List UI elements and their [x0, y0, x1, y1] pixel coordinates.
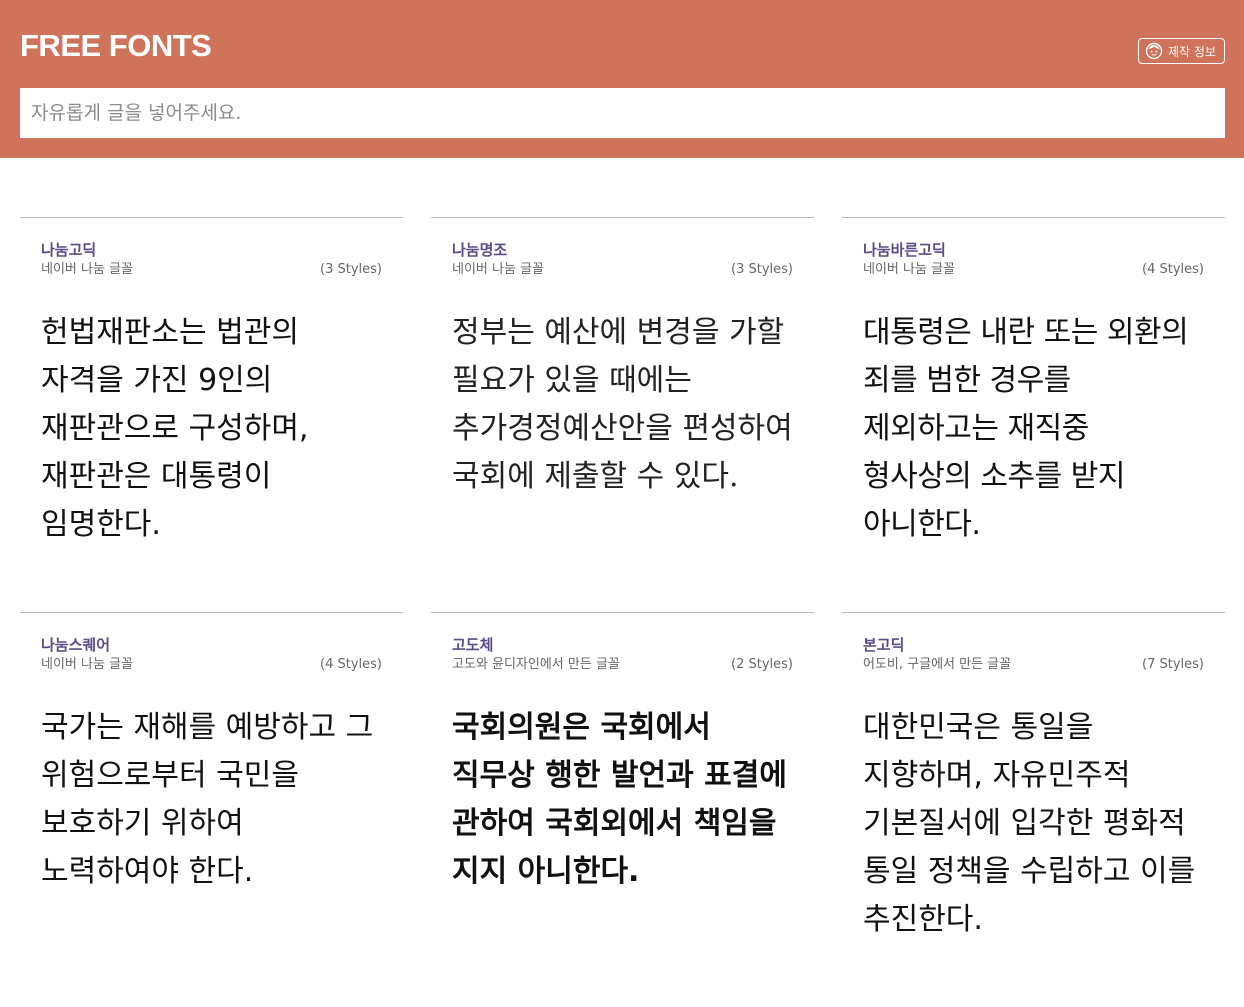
font-meta: 네이버 나눔 글꼴 (3 Styles): [452, 261, 793, 279]
font-source: 네이버 나눔 글꼴: [41, 657, 133, 672]
font-sample-text: 국회의원은 국회에서 직무상 행한 발언과 표결에 관하여 국회외에서 책임을 …: [452, 710, 787, 889]
font-styles-count: (4 Styles): [320, 657, 382, 672]
font-styles-count: (4 Styles): [1142, 262, 1204, 277]
font-meta: 네이버 나눔 글꼴 (4 Styles): [41, 656, 382, 674]
font-source: 네이버 나눔 글꼴: [863, 262, 955, 277]
logo[interactable]: FREE FONTS: [20, 28, 212, 64]
font-sample-text: 대통령은 내란 또는 외환의 죄를 범한 경우를 제외하고는 재직중 형사상의 …: [863, 315, 1189, 542]
font-meta: 네이버 나눔 글꼴 (3 Styles): [41, 261, 382, 279]
font-sample-text: 헌법재판소는 법관의 자격을 가진 9인의 재판관으로 구성하며, 재판관은 대…: [41, 315, 309, 542]
font-styles-count: (7 Styles): [1142, 657, 1204, 672]
font-meta: 네이버 나눔 글꼴 (4 Styles): [863, 261, 1204, 279]
font-name: 나눔스퀘어: [41, 636, 111, 654]
font-card-bon-gothic[interactable]: 본고딕 어도비, 구글에서 만든 글꼴 (7 Styles) 대한민국은 통일을…: [842, 612, 1225, 1007]
font-sample-text: 정부는 예산에 변경을 가할 필요가 있을 때에는 추가경정예산안을 편성하여 …: [452, 315, 793, 494]
credits-button[interactable]: 제작 정보: [1138, 38, 1225, 64]
credits-label: 제작 정보: [1168, 44, 1216, 59]
font-sample-text: 대한민국은 통일을 지향하며, 자유민주적 기본질서에 입각한 평화적 통일 정…: [863, 710, 1196, 937]
font-card-godo[interactable]: 고도체 고도와 윤디자인에서 만든 글꼴 (2 Styles) 국회의원은 국회…: [431, 612, 814, 1007]
font-meta: 어도비, 구글에서 만든 글꼴 (7 Styles): [863, 656, 1204, 674]
font-card-nanum-gothic[interactable]: 나눔고딕 네이버 나눔 글꼴 (3 Styles) 헌법재판소는 법관의 자격을…: [20, 217, 403, 612]
font-source: 네이버 나눔 글꼴: [41, 262, 133, 277]
font-source: 네이버 나눔 글꼴: [452, 262, 544, 277]
header: FREE FONTS 제작 정보: [0, 0, 1244, 158]
font-styles-count: (2 Styles): [731, 657, 793, 672]
font-sample-text: 국가는 재해를 예방하고 그 위험으로부터 국민을 보호하기 위하여 노력하여야…: [41, 710, 374, 889]
sample-text-input[interactable]: [20, 88, 1225, 138]
font-styles-count: (3 Styles): [320, 262, 382, 277]
font-card-nanum-square[interactable]: 나눔스퀘어 네이버 나눔 글꼴 (4 Styles) 국가는 재해를 예방하고 …: [20, 612, 403, 1007]
font-source: 어도비, 구글에서 만든 글꼴: [863, 657, 1012, 672]
font-name: 본고딕: [863, 636, 905, 654]
face-icon: [1145, 42, 1163, 60]
font-styles-count: (3 Styles): [731, 262, 793, 277]
font-name: 나눔고딕: [41, 241, 97, 259]
font-card-nanum-myeongjo[interactable]: 나눔명조 네이버 나눔 글꼴 (3 Styles) 정부는 예산에 변경을 가할…: [431, 217, 814, 612]
font-meta: 고도와 윤디자인에서 만든 글꼴 (2 Styles): [452, 656, 793, 674]
font-name: 고도체: [452, 636, 494, 654]
font-name: 나눔바른고딕: [863, 241, 946, 259]
font-grid: 나눔고딕 네이버 나눔 글꼴 (3 Styles) 헌법재판소는 법관의 자격을…: [20, 217, 1225, 1007]
font-source: 고도와 윤디자인에서 만든 글꼴: [452, 657, 620, 672]
font-card-nanum-barun-gothic[interactable]: 나눔바른고딕 네이버 나눔 글꼴 (4 Styles) 대통령은 내란 또는 외…: [842, 217, 1225, 612]
font-name: 나눔명조: [452, 241, 508, 259]
